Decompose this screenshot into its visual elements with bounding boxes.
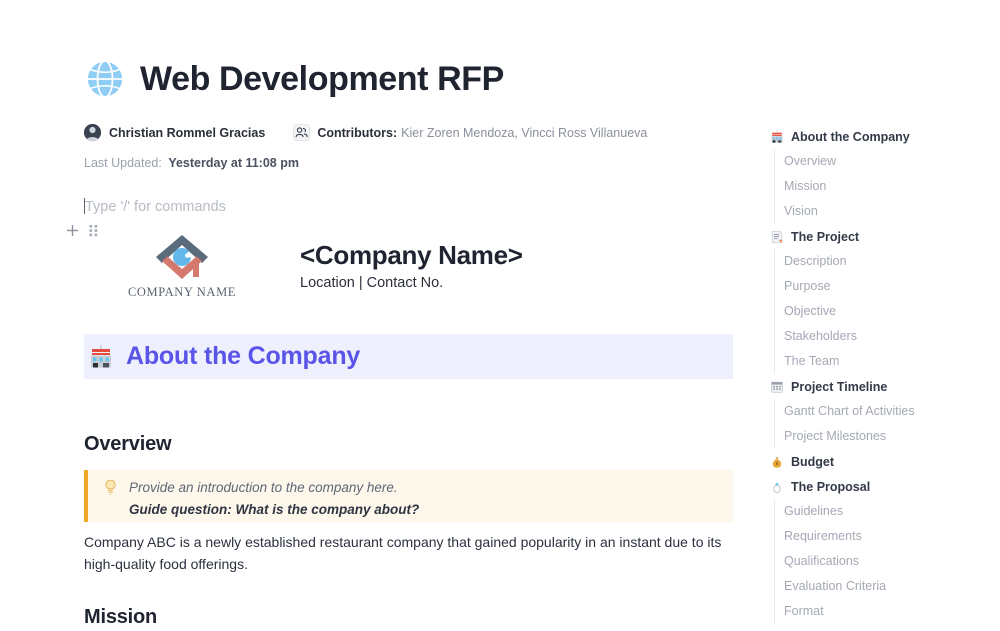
toc-item-objective[interactable]: Objective bbox=[775, 299, 1000, 324]
toc-item-evaluation-criteria[interactable]: Evaluation Criteria bbox=[775, 574, 1000, 599]
document-title-row: Web Development RFP bbox=[84, 58, 504, 100]
callout-line-1: Provide an introduction to the company h… bbox=[129, 478, 419, 498]
toc-item-project-milestones[interactable]: Project Milestones bbox=[775, 424, 1000, 449]
last-updated: Last Updated: Yesterday at 11:08 pm bbox=[84, 156, 299, 170]
toc-item-vision[interactable]: Vision bbox=[775, 199, 1000, 224]
company-contact-line: Location | Contact No. bbox=[300, 275, 523, 291]
toc-group-the-project: The Project Description Purpose Objectiv… bbox=[760, 224, 1000, 374]
toc-label: The Proposal bbox=[791, 480, 870, 494]
globe-icon bbox=[84, 58, 126, 100]
contributors-label: Contributors: bbox=[317, 126, 397, 140]
toc-label: Project Timeline bbox=[791, 380, 887, 394]
toc-item-about-the-company[interactable]: About the Company bbox=[760, 124, 1000, 149]
toc-children: Description Purpose Objective Stakeholde… bbox=[774, 249, 1000, 374]
overview-paragraph[interactable]: Company ABC is a newly established resta… bbox=[84, 532, 730, 575]
toc-item-budget[interactable]: $ Budget bbox=[760, 449, 1000, 474]
toc-item-the-project[interactable]: The Project bbox=[760, 224, 1000, 249]
lightbulb-icon bbox=[104, 479, 117, 496]
toc-item-the-team[interactable]: The Team bbox=[775, 349, 1000, 374]
guide-callout: Provide an introduction to the company h… bbox=[84, 470, 733, 522]
toc-item-requirements[interactable]: Requirements bbox=[775, 524, 1000, 549]
toc-item-overview[interactable]: Overview bbox=[775, 149, 1000, 174]
toc-item-purpose[interactable]: Purpose bbox=[775, 274, 1000, 299]
table-of-contents: About the Company Overview Mission Visio… bbox=[760, 0, 1000, 631]
toc-label: About the Company bbox=[791, 130, 910, 144]
slash-placeholder-text: Type '/' for commands bbox=[85, 199, 226, 215]
drag-handle-icon[interactable] bbox=[89, 224, 98, 237]
callout-text: Provide an introduction to the company h… bbox=[129, 478, 419, 519]
block-controls bbox=[66, 224, 98, 237]
callout-line-2: Guide question: What is the company abou… bbox=[129, 500, 419, 520]
author-name[interactable]: Christian Rommel Gracias bbox=[109, 126, 265, 140]
add-block-icon[interactable] bbox=[66, 224, 79, 237]
calendar-icon bbox=[770, 380, 784, 394]
department-store-icon bbox=[88, 344, 114, 370]
toc-item-project-timeline[interactable]: Project Timeline bbox=[760, 374, 1000, 399]
company-name: <Company Name> bbox=[300, 241, 523, 271]
byline: Christian Rommel Gracias Contributors: K… bbox=[84, 124, 647, 141]
department-store-icon bbox=[770, 130, 784, 144]
last-updated-label: Last Updated: bbox=[84, 156, 162, 170]
contributors-icon bbox=[293, 124, 310, 141]
toc-item-stakeholders[interactable]: Stakeholders bbox=[775, 324, 1000, 349]
company-logo: COMPANY NAME bbox=[118, 232, 246, 300]
toc-group-project-timeline: Project Timeline Gantt Chart of Activiti… bbox=[760, 374, 1000, 449]
toc-item-guidelines[interactable]: Guidelines bbox=[775, 499, 1000, 524]
heading-mission: Mission bbox=[84, 606, 157, 629]
toc-children: Gantt Chart of Activities Project Milest… bbox=[774, 399, 1000, 449]
toc-item-qualifications[interactable]: Qualifications bbox=[775, 549, 1000, 574]
slash-command-input[interactable]: Type '/' for commands bbox=[84, 198, 226, 215]
heading-overview: Overview bbox=[84, 433, 171, 456]
page-title: Web Development RFP bbox=[140, 62, 504, 96]
svg-text:$: $ bbox=[776, 461, 779, 467]
document-page: Web Development RFP Christian Rommel Gra… bbox=[0, 0, 1000, 631]
toc-item-gantt-chart-of-activities[interactable]: Gantt Chart of Activities bbox=[775, 399, 1000, 424]
toc-label: The Project bbox=[791, 230, 859, 244]
toc-item-mission[interactable]: Mission bbox=[775, 174, 1000, 199]
avatar[interactable] bbox=[84, 124, 101, 141]
last-updated-value: Yesterday at 11:08 pm bbox=[168, 156, 299, 170]
company-logo-caption: COMPANY NAME bbox=[128, 285, 236, 300]
company-text-block: <Company Name> Location | Contact No. bbox=[300, 241, 523, 292]
toc-item-format[interactable]: Format bbox=[775, 599, 1000, 624]
toc-group-about-the-company: About the Company Overview Mission Visio… bbox=[760, 124, 1000, 224]
toc-children: Overview Mission Vision bbox=[774, 149, 1000, 224]
ring-icon bbox=[770, 480, 784, 494]
toc-group-the-proposal: The Proposal Guidelines Requirements Qua… bbox=[760, 474, 1000, 624]
section-title: About the Company bbox=[126, 342, 360, 371]
toc-item-description[interactable]: Description bbox=[775, 249, 1000, 274]
toc-label: Budget bbox=[791, 455, 834, 469]
money-bag-icon: $ bbox=[770, 455, 784, 469]
toc-children: Guidelines Requirements Qualifications E… bbox=[774, 499, 1000, 624]
toc-group-budget: $ Budget bbox=[760, 449, 1000, 474]
toc-item-the-proposal[interactable]: The Proposal bbox=[760, 474, 1000, 499]
document-body: Web Development RFP Christian Rommel Gra… bbox=[0, 0, 760, 631]
house-logo-icon bbox=[149, 232, 215, 284]
contributors-names[interactable]: Kier Zoren Mendoza, Vincci Ross Villanue… bbox=[401, 126, 647, 140]
company-letterhead: COMPANY NAME <Company Name> Location | C… bbox=[118, 232, 523, 300]
page-with-curl-icon bbox=[770, 230, 784, 244]
section-banner-about-the-company: About the Company bbox=[84, 334, 733, 379]
